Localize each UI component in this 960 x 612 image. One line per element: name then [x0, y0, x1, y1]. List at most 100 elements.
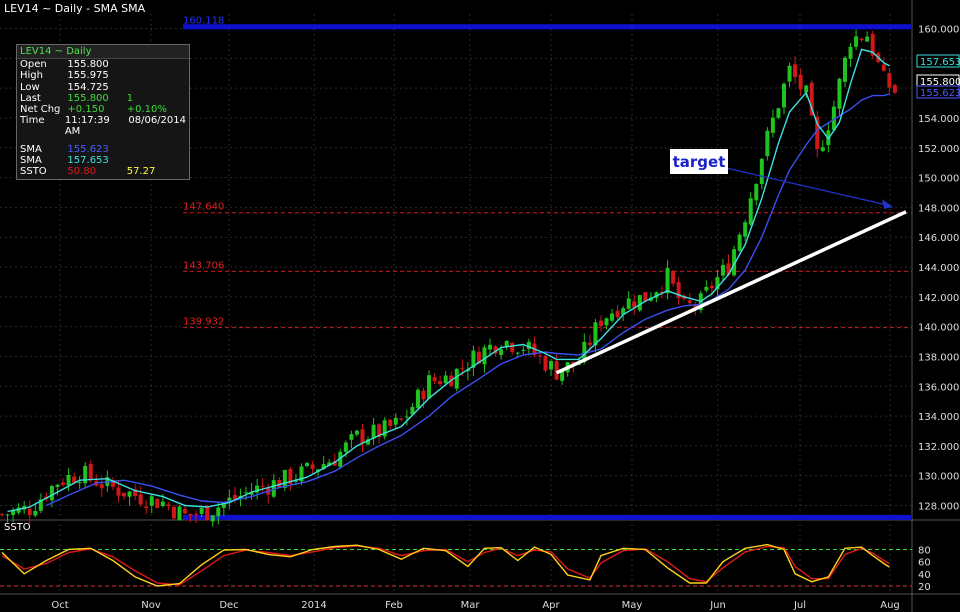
level-line-blue [183, 24, 912, 30]
y-tick-label: 128.000 [918, 502, 959, 513]
ssto-k-line [1, 543, 890, 587]
ssto-tick-label: 60 [918, 558, 931, 569]
candle-body [488, 344, 493, 350]
candle-body [787, 65, 792, 82]
candle-body [171, 506, 176, 519]
data-window-label: High [20, 70, 43, 82]
level-line-blue [183, 514, 912, 520]
candle-body [194, 513, 199, 515]
y-tick-label: 160.000 [918, 25, 959, 36]
indicator-value: 155.623 [67, 143, 109, 155]
candle-body [837, 78, 842, 109]
data-window-row: High 155.975 [17, 70, 189, 81]
y-tick-label: 146.000 [918, 233, 959, 244]
indicator-label: SMA [20, 154, 42, 166]
candle-body [665, 268, 670, 294]
indicator-value: 50.80 [67, 166, 97, 178]
candle-body [515, 352, 520, 354]
candle-body [122, 492, 127, 497]
candle-body [138, 494, 143, 505]
x-tick-label: May [622, 600, 643, 611]
candle-body [859, 38, 864, 41]
y-tick-label: 148.000 [918, 203, 959, 214]
y-tick-label: 140.000 [918, 323, 959, 334]
candle-body [687, 300, 692, 304]
candle-body [399, 418, 404, 420]
candle-body [804, 85, 809, 93]
candle-body [33, 511, 38, 516]
candle-body [77, 482, 82, 484]
y-tick-label: 144.000 [918, 263, 959, 274]
candle-body [27, 508, 32, 516]
x-tick-label: Dec [219, 600, 238, 611]
candle-body [310, 464, 315, 469]
data-window-row: Last 155.800 1 [17, 93, 189, 104]
candle-body [881, 64, 886, 71]
indicator-row: SMA 157.653 [17, 155, 189, 166]
level-label: 143.706 [183, 260, 224, 271]
candle-body [765, 130, 770, 157]
indicator-extra [127, 144, 186, 155]
candle-body [61, 482, 66, 485]
data-window-extra: 1 [126, 92, 134, 104]
candle-body [432, 377, 437, 382]
y-tick-label: 150.000 [918, 174, 959, 185]
candle-body [709, 285, 714, 289]
candle-body [610, 313, 615, 321]
data-window-extra: +0.10% [126, 104, 167, 116]
candle-body [615, 310, 620, 318]
data-window-value: 11:17:39 AM [64, 115, 110, 138]
y-tick-label: 142.000 [918, 293, 959, 304]
candle-body [155, 498, 160, 508]
candle-body [798, 74, 803, 90]
data-window-row: Time 11:17:39 AM 08/06/2014 [17, 115, 189, 137]
candle-body [99, 484, 104, 489]
x-tick-label: 2014 [301, 600, 326, 611]
y-tick-label: 138.000 [918, 352, 959, 363]
data-window-label: Time [20, 115, 45, 127]
candle-body [643, 292, 648, 302]
candle-body [671, 270, 676, 284]
x-tick-label: Mar [461, 600, 481, 611]
candle-body [754, 184, 759, 201]
candle-body [720, 264, 725, 276]
indicator-extra [127, 155, 186, 166]
candle-body [388, 419, 393, 427]
candle-body [842, 57, 847, 82]
data-window-value: 154.725 [67, 81, 109, 93]
candle-body [587, 342, 592, 345]
data-window-label: Low [20, 81, 40, 93]
candle-body [848, 46, 853, 59]
level-label: 160.118 [183, 16, 224, 27]
data-window-extra [127, 82, 186, 93]
candle-body [454, 368, 459, 389]
candle-body [305, 462, 310, 467]
candle-body [759, 158, 764, 184]
data-window-extra [127, 59, 186, 70]
candle-body [770, 117, 775, 133]
x-tick-label: Apr [542, 600, 560, 611]
candle-body [482, 347, 487, 365]
data-window-row: Low 154.725 [17, 82, 189, 93]
indicator-value: 157.653 [67, 154, 109, 166]
y-tick-label: 152.000 [918, 144, 959, 155]
ssto-tick-label: 20 [918, 582, 931, 593]
candle-body [5, 514, 10, 516]
candle-body [127, 491, 132, 497]
y-tick-label: 132.000 [918, 442, 959, 453]
candle-body [360, 429, 365, 444]
data-window-label: Open [20, 59, 47, 71]
candle-body [66, 475, 71, 486]
support-trendline[interactable] [555, 210, 907, 375]
candle-body [598, 320, 603, 327]
indicator-row: SMA 155.623 [17, 144, 189, 155]
data-window-value: +0.150 [67, 104, 105, 116]
candle-body [604, 318, 609, 326]
candle-body [704, 286, 709, 291]
data-window-value: 155.800 [67, 92, 109, 104]
data-window-label: Last [20, 92, 41, 104]
ssto-tick-label: 80 [918, 546, 931, 557]
ssto-tick-label: 40 [918, 570, 931, 581]
indicator-extra: 57.27 [126, 166, 156, 178]
candle-body [537, 355, 542, 357]
